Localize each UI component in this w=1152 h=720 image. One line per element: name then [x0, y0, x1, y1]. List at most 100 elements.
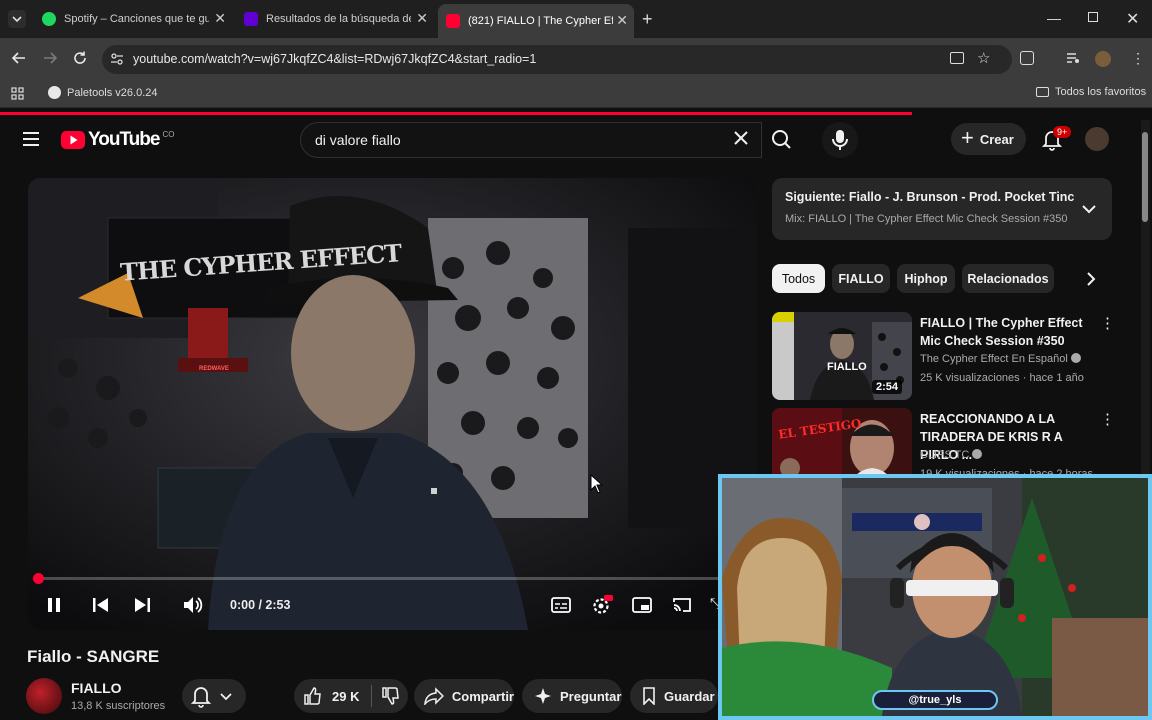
- yahoo-icon: [244, 12, 258, 26]
- youtube-icon: [446, 14, 460, 28]
- voice-search-button[interactable]: [822, 122, 858, 158]
- channel-avatar[interactable]: [26, 678, 62, 714]
- chip-fiallo[interactable]: FIALLO: [832, 264, 890, 293]
- back-button[interactable]: [11, 50, 27, 66]
- video-player[interactable]: THE CYPHER EFFECT REDWAVE: [28, 178, 757, 630]
- tab-yahoo[interactable]: Resultados de la búsqueda de ✕: [236, 6, 434, 32]
- thumbnail-text: FIALLO: [827, 361, 867, 373]
- mute-button[interactable]: [183, 596, 205, 614]
- seek-scrubber[interactable]: [33, 573, 44, 584]
- cast-button[interactable]: [672, 597, 692, 613]
- captions-icon: [551, 597, 571, 613]
- share-icon: [424, 687, 444, 705]
- up-next-card[interactable]: Siguiente: Fiallo - J. Brunson - Prod. P…: [772, 178, 1112, 240]
- chip-todos[interactable]: Todos: [772, 264, 825, 293]
- bookmark-icon: [643, 687, 655, 705]
- new-tab-button[interactable]: +: [642, 9, 653, 30]
- tab-title: Resultados de la búsqueda de: [266, 13, 411, 25]
- close-window-button[interactable]: ✕: [1126, 9, 1139, 29]
- close-icon[interactable]: ✕: [416, 10, 428, 27]
- dislike-button[interactable]: [382, 687, 400, 705]
- previous-button[interactable]: [92, 597, 110, 613]
- verified-icon: [1070, 353, 1081, 363]
- site-info-icon[interactable]: [110, 52, 124, 66]
- url-text: youtube.com/watch?v=wj67JkqfZC4&list=RDw…: [133, 52, 537, 66]
- youtube-play-icon: [61, 131, 85, 149]
- up-next-subtitle: Mix: FIALLO | The Cypher Effect Mic Chec…: [785, 213, 1068, 225]
- bell-icon: [190, 687, 232, 708]
- extensions-icon[interactable]: [1020, 51, 1034, 65]
- settings-button[interactable]: [591, 595, 613, 615]
- spotify-icon: [42, 12, 56, 26]
- thumbs-up-icon: [304, 687, 321, 705]
- clear-search-button[interactable]: [734, 131, 748, 145]
- seek-bar[interactable]: [33, 573, 718, 584]
- gear-icon: [593, 595, 613, 614]
- subtitles-button[interactable]: [551, 597, 571, 613]
- next-button[interactable]: [133, 597, 151, 613]
- channel-name: The Cypher Effect En Español: [920, 353, 1068, 365]
- create-button[interactable]: + Crear: [951, 123, 1026, 155]
- browser-tab-strip: Spotify – Canciones que te gust ✕ Result…: [0, 0, 1152, 38]
- share-label: Compartir: [451, 688, 514, 704]
- recommendation-title[interactable]: FIALLO | The Cypher Effect Mic Check Ses…: [920, 314, 1100, 350]
- more-actions-icon[interactable]: ⋮: [1100, 314, 1115, 332]
- account-avatar[interactable]: [1085, 127, 1109, 151]
- subscription-bell-button[interactable]: [182, 679, 246, 713]
- chip-relacionados[interactable]: Relacionados: [962, 264, 1054, 293]
- studio-sign-text: REDWAVE: [199, 366, 229, 372]
- search-button[interactable]: [762, 122, 802, 158]
- ask-label: Preguntar: [560, 688, 622, 704]
- chip-hiphop[interactable]: Hiphop: [897, 264, 955, 293]
- chevron-right-icon: [1087, 272, 1096, 286]
- up-next-title: Siguiente: Fiallo - J. Brunson - Prod. P…: [785, 190, 1075, 204]
- arrow-left-icon: [11, 52, 25, 64]
- miniplayer-button[interactable]: [632, 597, 652, 613]
- chips-next-button[interactable]: [1083, 270, 1099, 288]
- apps-grid-icon[interactable]: [11, 87, 24, 100]
- media-control-icon[interactable]: [1066, 52, 1080, 64]
- recommendation-channel[interactable]: The Cypher Effect En Español: [920, 353, 1081, 365]
- page-scrollbar-thumb[interactable]: [1142, 132, 1148, 222]
- menu-kebab-icon[interactable]: ⋮: [1131, 50, 1145, 67]
- reload-icon: [74, 51, 86, 64]
- save-button[interactable]: Guardar: [630, 679, 718, 713]
- more-actions-icon[interactable]: ⋮: [1100, 410, 1115, 428]
- verified-icon: [972, 449, 983, 459]
- miniplayer-icon: [632, 597, 652, 613]
- expand-playlist-button[interactable]: [1080, 200, 1098, 218]
- tab-spotify[interactable]: Spotify – Canciones que te gust ✕: [34, 6, 232, 32]
- tab-search-button[interactable]: [8, 10, 26, 28]
- notification-badge: 9+: [1053, 126, 1072, 138]
- share-button[interactable]: Compartir: [414, 679, 514, 713]
- sparkle-icon: [535, 688, 551, 704]
- all-bookmarks-button[interactable]: Todos los favoritos: [1036, 86, 1146, 98]
- like-button[interactable]: [304, 687, 322, 705]
- bookmark-label: Paletools v26.0.24: [67, 86, 158, 99]
- restore-button[interactable]: [1088, 12, 1098, 22]
- arrow-right-icon: [44, 52, 58, 64]
- youtube-logo[interactable]: YouTube CO: [61, 129, 174, 151]
- search-query-text: di valore fiallo: [315, 132, 401, 148]
- save-label: Guardar: [664, 688, 715, 704]
- close-icon[interactable]: ✕: [616, 12, 628, 29]
- guide-menu-button[interactable]: [22, 131, 40, 147]
- bookmark-star-icon[interactable]: ☆: [977, 49, 990, 67]
- close-icon[interactable]: ✕: [214, 10, 226, 27]
- channel-name[interactable]: FIALLO: [71, 680, 122, 696]
- install-app-icon[interactable]: [950, 52, 964, 64]
- pause-button[interactable]: [46, 596, 62, 614]
- duration-badge: 2:54: [872, 380, 903, 394]
- profile-avatar[interactable]: [1095, 51, 1111, 67]
- bookmark-paletools[interactable]: Paletools v26.0.24: [48, 86, 158, 99]
- ask-button[interactable]: Preguntar: [522, 679, 622, 713]
- video-thumbnail[interactable]: FIALLO 2:54: [772, 312, 912, 400]
- pause-icon: [48, 598, 60, 612]
- list-item[interactable]: FIALLO 2:54 FIALLO | The Cypher Effect M…: [772, 312, 1142, 404]
- recommendation-channel[interactable]: CLIPS TC: [920, 449, 983, 461]
- tab-title: (821) FIALLO | The Cypher Effec: [468, 15, 613, 27]
- reload-button[interactable]: [72, 50, 88, 66]
- tab-youtube-active[interactable]: (821) FIALLO | The Cypher Effec ✕: [438, 4, 634, 38]
- minimize-button[interactable]: —: [1047, 10, 1061, 26]
- forward-button[interactable]: [42, 50, 58, 66]
